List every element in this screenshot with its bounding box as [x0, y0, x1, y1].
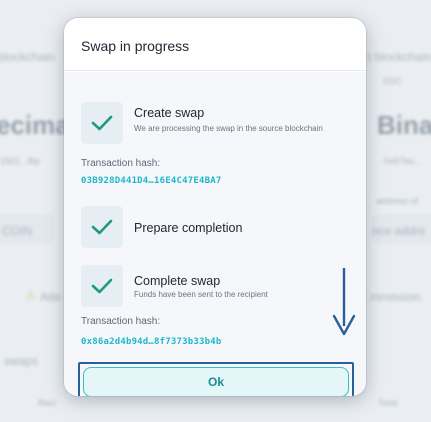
check-icon	[81, 265, 123, 307]
step-title: Prepare completion	[134, 221, 243, 235]
step-create-swap: Create swap We are processing the swap i…	[81, 102, 351, 150]
transaction-hash-label: Transaction hash:	[81, 158, 161, 169]
step-title: Create swap	[134, 106, 205, 120]
swap-progress-dialog: Swap in progress Create swap We are proc…	[64, 18, 366, 396]
arrow-down-icon	[332, 268, 356, 336]
ok-button-highlight: Ok	[78, 362, 354, 396]
ok-button[interactable]: Ok	[83, 367, 349, 396]
dialog-body: Create swap We are processing the swap i…	[64, 72, 366, 396]
transaction-hash-link[interactable]: 0x86a2d4b94d…8f7373b33b4b	[81, 337, 221, 347]
step-description: Funds have been sent to the recipient	[134, 290, 268, 299]
check-icon	[81, 206, 123, 248]
transaction-hash-link[interactable]: 03B928D441D4…16E4C47E4BA7	[81, 176, 221, 186]
step-title: Complete swap	[134, 274, 221, 288]
step-description: We are processing the swap in the source…	[134, 124, 323, 133]
check-icon	[81, 102, 123, 144]
step-prepare-completion: Prepare completion	[81, 206, 351, 248]
dialog-title: Swap in progress	[64, 18, 366, 71]
transaction-hash-label: Transaction hash:	[81, 316, 161, 327]
step-complete-swap: Complete swap Funds have been sent to th…	[81, 265, 351, 309]
